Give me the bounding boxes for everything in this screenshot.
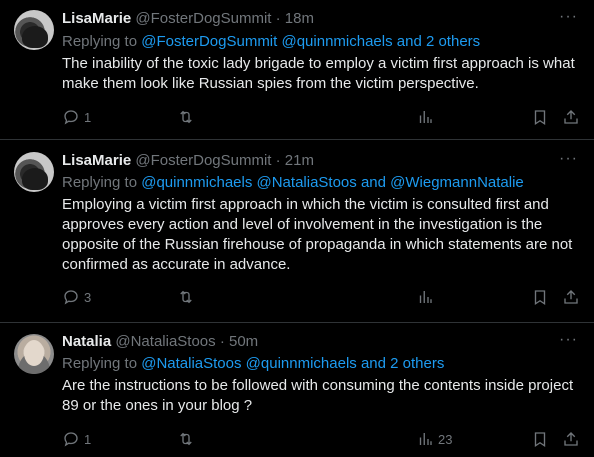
bar-chart-icon [419,433,432,445]
replying-to: Replying to @NataliaStoos @quinnmichaels… [62,354,444,374]
more-horizontal-icon[interactable]: ··· [559,150,578,168]
share-upload-icon [564,432,578,446]
timestamp[interactable]: · 18m [276,10,314,27]
reply-count: 3 [84,289,92,305]
tweet[interactable]: LisaMarie @FosterDogSummit · 21m ··· Rep… [0,140,594,323]
share-button[interactable] [562,429,580,449]
author-handle[interactable]: @FosterDogSummit [135,10,271,27]
views-button[interactable] [416,107,434,127]
share-upload-icon [564,290,578,304]
tweet-text: Employing a victim first approach in whi… [62,196,573,273]
reply-button[interactable]: 1 [62,107,91,127]
avatar[interactable] [14,152,54,192]
retweet-icon [180,290,192,304]
more-horizontal-icon[interactable]: ··· [559,331,578,349]
views-count: 23 [438,431,453,447]
views-button[interactable]: 23 [416,429,452,449]
action-bar: 3 [62,287,582,307]
avatar[interactable] [14,334,54,374]
retweet-button[interactable] [177,429,195,449]
tweet[interactable]: Natalia @NataliaStoos · 50m ··· Replying… [0,323,594,457]
replying-to: Replying to @quinnmichaels @NataliaStoos… [62,173,524,193]
replying-to-label: Replying to [62,355,142,372]
bookmark-button[interactable] [531,107,549,127]
share-upload-icon [564,110,578,124]
bar-chart-icon [419,291,432,303]
tweet-header: LisaMarie @FosterDogSummit · 18m [62,9,314,29]
bookmark-icon [534,110,546,126]
tweet-header: Natalia @NataliaStoos · 50m [62,332,258,352]
reply-count: 1 [84,109,92,125]
more-horizontal-icon[interactable]: ··· [559,8,578,26]
author-handle[interactable]: @NataliaStoos [115,333,215,350]
retweet-icon [180,432,192,446]
tweet-text: Are the instructions to be followed with… [62,377,574,414]
action-bar: 1 23 [62,429,582,449]
timestamp[interactable]: · 50m [220,333,258,350]
replying-to-links[interactable]: @quinnmichaels @NataliaStoos and @Wiegma… [141,174,524,191]
share-button[interactable] [562,287,580,307]
author-handle[interactable]: @FosterDogSummit [135,152,271,169]
replying-to-label: Replying to [62,33,142,50]
author-name[interactable]: LisaMarie [62,152,131,169]
share-button[interactable] [562,107,580,127]
bookmark-button[interactable] [531,287,549,307]
replying-to-label: Replying to [62,174,142,191]
bookmark-icon [534,290,546,306]
bar-chart-icon [419,111,432,123]
avatar[interactable] [14,10,54,50]
bookmark-icon [534,432,546,448]
tweet-text: The inability of the toxic lady brigade … [62,55,575,92]
reply-count: 1 [84,431,92,447]
timestamp[interactable]: · 21m [276,152,314,169]
action-bar: 1 [62,107,582,127]
bookmark-button[interactable] [531,429,549,449]
retweet-icon [180,110,192,124]
tweet-header: LisaMarie @FosterDogSummit · 21m [62,151,314,171]
speech-bubble-icon [64,432,78,447]
replying-to-links[interactable]: @NataliaStoos @quinnmichaels and 2 other… [141,355,444,372]
author-name[interactable]: LisaMarie [62,10,131,27]
replying-to-links[interactable]: @FosterDogSummit @quinnmichaels and 2 ot… [141,33,480,50]
tweet[interactable]: LisaMarie @FosterDogSummit · 18m ··· Rep… [0,0,594,140]
author-name[interactable]: Natalia [62,333,111,350]
speech-bubble-icon [64,290,78,305]
speech-bubble-icon [64,110,78,125]
reply-button[interactable]: 1 [62,429,91,449]
views-button[interactable] [416,287,434,307]
retweet-button[interactable] [177,287,195,307]
replying-to: Replying to @FosterDogSummit @quinnmicha… [62,32,480,52]
reply-button[interactable]: 3 [62,287,91,307]
retweet-button[interactable] [177,107,195,127]
